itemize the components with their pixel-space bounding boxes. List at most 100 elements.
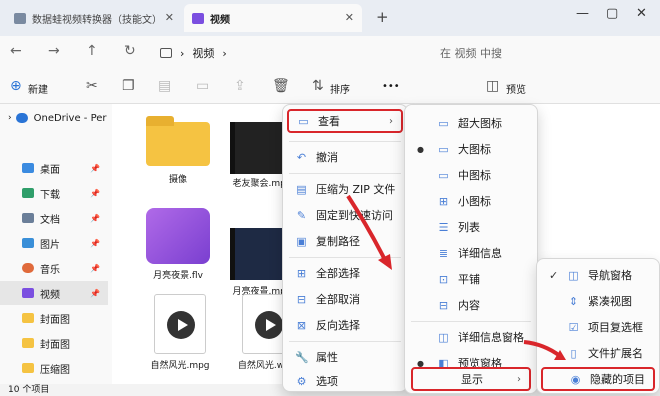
tab-video[interactable]: 视频 ✕ xyxy=(184,4,362,32)
divider xyxy=(411,321,531,322)
menu-item-small-icons[interactable]: ⊞ 小图标 xyxy=(409,189,533,213)
pin-icon[interactable]: 📌 xyxy=(90,164,100,173)
new-tab-icon[interactable]: + xyxy=(376,8,389,26)
menu-label: 导航窗格 xyxy=(588,269,632,282)
tab-label: 数据蛙视频转换器（技能文） xyxy=(32,14,162,26)
cut-icon[interactable]: ✂ xyxy=(86,78,98,94)
menu-item-compact-view[interactable]: ⇕ 紧凑视图 xyxy=(541,289,655,313)
cloud-icon xyxy=(15,113,28,123)
annotation-arrow xyxy=(523,340,566,360)
forward-icon[interactable]: → xyxy=(48,43,60,59)
menu-item-view[interactable]: ▭ 查看 › xyxy=(287,109,403,133)
share-icon[interactable]: ⇪ xyxy=(234,78,246,94)
tab-converter[interactable]: 数据蛙视频转换器（技能文） ✕ xyxy=(6,4,182,32)
paste-icon[interactable]: ▤ xyxy=(158,78,171,94)
file-name: 月亮夜景.flv xyxy=(153,271,203,281)
folder-icon xyxy=(22,363,34,373)
menu-item-list[interactable]: ☰ 列表 xyxy=(409,215,533,239)
folder-icon xyxy=(14,12,26,24)
close-window-icon[interactable]: ✕ xyxy=(636,6,647,21)
menu-item-tiles[interactable]: ⊡ 平铺 xyxy=(409,267,533,291)
menu-item-extra-large-icons[interactable]: ▭ 超大图标 xyxy=(409,111,533,135)
pin-icon[interactable]: 📌 xyxy=(90,214,100,223)
nav-item-cover2[interactable]: 封面图 xyxy=(0,331,108,355)
breadcrumb-item[interactable]: 视频 xyxy=(192,45,214,61)
play-icon xyxy=(255,311,283,339)
menu-item-large-icons[interactable]: ● ▭ 大图标 xyxy=(409,137,533,161)
minimize-icon[interactable]: — xyxy=(576,6,589,21)
chevron-right-icon: › xyxy=(222,46,227,60)
tiles-icon: ⊡ xyxy=(438,272,449,286)
nav-item-videos[interactable]: 视频 📌 xyxy=(0,281,108,305)
preview-button[interactable]: 预览 xyxy=(506,81,526,96)
preview-pane-icon[interactable]: ◫ xyxy=(486,78,499,94)
menu-label: 紧凑视图 xyxy=(588,295,632,308)
maximize-icon[interactable]: ▢ xyxy=(606,6,618,21)
menu-label: 撤消 xyxy=(316,151,338,164)
select-none-icon: ⊟ xyxy=(296,292,307,306)
clapperboard-icon xyxy=(146,208,210,264)
menu-item-details[interactable]: ≣ 详细信息 xyxy=(409,241,533,265)
menu-item-hidden-items[interactable]: ◉ 隐藏的项目 xyxy=(541,367,655,391)
file-name: 摄像 xyxy=(168,175,187,185)
back-icon[interactable]: ← xyxy=(10,43,22,59)
menu-item-medium-icons[interactable]: ▭ 中图标 xyxy=(409,163,533,187)
more-button[interactable]: ••• xyxy=(382,81,400,92)
list-icon: ☰ xyxy=(438,220,449,234)
file-item[interactable]: 月亮夜景.flv xyxy=(130,208,226,281)
menu-label: 详细信息窗格 xyxy=(458,331,524,344)
menu-item-details-pane[interactable]: ◫ 详细信息窗格 xyxy=(409,325,533,349)
close-icon[interactable]: ✕ xyxy=(345,11,354,24)
annotation-arrow xyxy=(346,194,392,270)
chevron-right-icon: › xyxy=(517,373,521,385)
delete-icon[interactable]: 🗑 xyxy=(272,78,290,94)
nav-item-cover1[interactable]: 封面图 xyxy=(0,306,108,330)
nav-item-compressed[interactable]: 压缩图 xyxy=(0,356,108,380)
nav-item-onedrive[interactable]: › OneDrive - Per xyxy=(0,106,108,130)
menu-label: 项目复选框 xyxy=(588,321,643,334)
menu-label: 超大图标 xyxy=(458,117,502,130)
checkbox-icon: ☑ xyxy=(568,320,579,334)
menu-item-navigation-pane[interactable]: ✓ ◫ 导航窗格 xyxy=(541,263,655,287)
nav-item-desktop[interactable]: 桌面 📌 xyxy=(0,156,108,180)
menu-label: 查看 xyxy=(318,115,340,128)
menu-item-content[interactable]: ⊟ 内容 xyxy=(409,293,533,317)
menu-item-options[interactable]: ⚙ 选项 xyxy=(287,369,403,393)
pin-icon[interactable]: 📌 xyxy=(90,289,100,298)
rename-icon[interactable]: ▭ xyxy=(196,78,209,94)
pin-icon[interactable]: 📌 xyxy=(90,189,100,198)
music-icon xyxy=(22,263,34,273)
document-icon xyxy=(22,213,34,223)
menu-label: 文件扩展名 xyxy=(588,347,643,360)
nav-item-downloads[interactable]: 下载 📌 xyxy=(0,181,108,205)
breadcrumb[interactable]: › 视频 › xyxy=(160,42,410,64)
nav-item-music[interactable]: 音乐 📌 xyxy=(0,256,108,280)
gear-icon: ⚙ xyxy=(296,374,307,388)
pin-icon[interactable]: 📌 xyxy=(90,239,100,248)
pin-icon[interactable]: 📌 xyxy=(90,264,100,273)
copy-icon[interactable]: ❐ xyxy=(122,78,135,94)
download-icon xyxy=(22,188,34,198)
menu-label: 显示 xyxy=(461,373,483,386)
copy-path-icon: ▣ xyxy=(296,234,307,248)
menu-item-invert-selection[interactable]: ⊠ 反向选择 xyxy=(287,313,403,337)
refresh-icon[interactable]: ↻ xyxy=(124,43,136,59)
plus-icon[interactable]: ⊕ xyxy=(10,78,22,94)
search-input[interactable]: 在 视频 中搜 xyxy=(428,41,548,65)
up-icon[interactable]: ↑ xyxy=(86,43,98,59)
select-all-icon: ⊞ xyxy=(296,266,307,280)
menu-item-properties[interactable]: 🔧 属性 xyxy=(287,345,403,369)
menu-item-show[interactable]: 显示 › xyxy=(411,367,531,391)
compact-view-icon: ⇕ xyxy=(568,294,579,308)
sort-button[interactable]: 排序 xyxy=(330,81,350,96)
file-item[interactable]: 自然风光.mpg xyxy=(132,294,228,371)
file-item[interactable]: 摄像 xyxy=(136,116,220,185)
sort-icon[interactable]: ⇅ xyxy=(312,78,324,94)
tab-label: 视频 xyxy=(210,14,230,26)
nav-item-documents[interactable]: 文档 📌 xyxy=(0,206,108,230)
menu-item-undo[interactable]: ↶ 撤消 xyxy=(287,145,403,169)
new-button[interactable]: 新建 xyxy=(28,81,48,96)
close-icon[interactable]: ✕ xyxy=(165,11,174,24)
nav-item-pictures[interactable]: 图片 📌 xyxy=(0,231,108,255)
menu-item-select-none[interactable]: ⊟ 全部取消 xyxy=(287,287,403,311)
